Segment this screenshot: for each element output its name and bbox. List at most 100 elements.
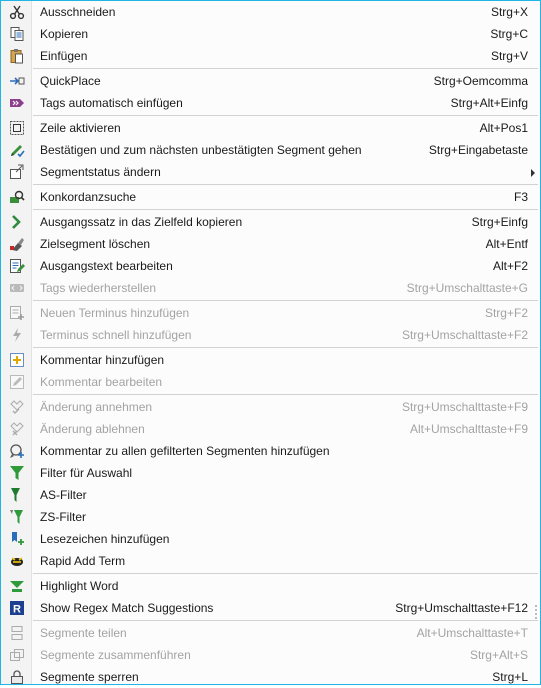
activate-row-icon: [9, 120, 25, 136]
menu-separator: [33, 300, 538, 301]
edit-comment-icon: [9, 374, 25, 390]
menu-item-accept-change[interactable]: Änderung annehmen Strg+Umschalttaste+F9: [1, 396, 540, 418]
menu-item-confirm-next[interactable]: Bestätigen und zum nächsten unbestätigte…: [1, 139, 540, 161]
menu-item-label: Bestätigen und zum nächsten unbestätigte…: [40, 143, 362, 157]
merge-segments-icon: [9, 647, 25, 663]
menu-item-add-bookmark[interactable]: Lesezeichen hinzufügen: [1, 528, 540, 550]
menu-item-quick-add-term[interactable]: Terminus schnell hinzufügen Strg+Umschal…: [1, 324, 540, 346]
menu-item-label: Show Regex Match Suggestions: [40, 601, 214, 615]
menu-item-label: Segmente zusammenführen: [40, 648, 191, 662]
menu-item-label: Zeile aktivieren: [40, 121, 121, 135]
menu-separator: [33, 209, 538, 210]
add-comment-icon: [9, 352, 25, 368]
menu-separator: [33, 620, 538, 621]
menu-item-reject-change[interactable]: Änderung ablehnen Alt+Umschalttaste+F9: [1, 418, 540, 440]
copy-icon: [9, 26, 25, 42]
menu-item-label: Tags automatisch einfügen: [40, 96, 183, 110]
menu-item-shortcut: Strg+Einfg: [471, 215, 528, 229]
menu-item-cut[interactable]: Ausschneiden Strg+X: [1, 1, 540, 23]
concordance-icon: [9, 189, 25, 205]
menu-item-label: Terminus schnell hinzufügen: [40, 328, 192, 342]
menu-item-shortcut: Alt+Umschalttaste+T: [416, 626, 528, 640]
confirm-next-icon: [9, 142, 25, 158]
menu-item-label: Kommentar zu allen gefilterten Segmenten…: [40, 444, 330, 458]
clear-target-icon: [9, 236, 25, 252]
menu-item-label: Änderung annehmen: [40, 400, 153, 414]
auto-tags-icon: [9, 95, 25, 111]
menu-item-split-segments[interactable]: Segmente teilen Alt+Umschalttaste+T: [1, 622, 540, 644]
menu-separator: [33, 184, 538, 185]
scissors-icon: [9, 4, 25, 20]
menu-item-rapid-add-term[interactable]: Rapid Add Term: [1, 550, 540, 572]
menu-item-add-comment[interactable]: Kommentar hinzufügen: [1, 349, 540, 371]
menu-item-source-filter[interactable]: AS-Filter: [1, 484, 540, 506]
menu-item-highlight-word[interactable]: Highlight Word: [1, 575, 540, 597]
menu-item-label: Kommentar hinzufügen: [40, 353, 165, 367]
menu-item-label: Zielsegment löschen: [40, 237, 151, 251]
menu-item-regex-suggestions[interactable]: R Show Regex Match Suggestions Strg+Umsc…: [1, 597, 540, 619]
resize-grip[interactable]: [535, 605, 537, 619]
menu-item-label: Ausschneiden: [40, 5, 116, 19]
menu-item-filter-selection[interactable]: Filter für Auswahl: [1, 462, 540, 484]
menu-item-restore-tags[interactable]: Tags wiederherstellen Strg+Umschalttaste…: [1, 277, 540, 299]
restore-tags-icon: [9, 280, 25, 296]
filter-icon: [9, 465, 25, 481]
menu-item-label: Neuen Terminus hinzufügen: [40, 306, 190, 320]
menu-item-label: Segmente teilen: [40, 626, 127, 640]
menu-item-shortcut: Strg+Alt+S: [469, 648, 528, 662]
menu-item-auto-tags[interactable]: Tags automatisch einfügen Strg+Alt+Einfg: [1, 92, 540, 114]
menu-item-copy-source[interactable]: Ausgangssatz in das Zielfeld kopieren St…: [1, 211, 540, 233]
menu-item-clear-target[interactable]: Zielsegment löschen Alt+Entf: [1, 233, 540, 255]
menu-item-label: Segmente sperren: [40, 670, 139, 684]
menu-item-shortcut: Alt+F2: [492, 259, 528, 273]
menu-item-shortcut: Strg+Umschalttaste+F9: [401, 400, 528, 414]
menu-item-shortcut: Strg+Umschalttaste+F2: [401, 328, 528, 342]
menu-item-shortcut: Strg+L: [492, 670, 528, 684]
menu-separator: [33, 347, 538, 348]
menu-item-label: Highlight Word: [40, 579, 119, 593]
context-menu: Ausschneiden Strg+X Kopieren Strg+C Einf…: [0, 0, 541, 685]
menu-item-concordance[interactable]: Konkordanzsuche F3: [1, 186, 540, 208]
menu-item-label: Ausgangstext bearbeiten: [40, 259, 173, 273]
menu-item-shortcut: Strg+Alt+Einfg: [450, 96, 528, 110]
copy-source-icon: [9, 214, 25, 230]
menu-item-comment-filtered[interactable]: Kommentar zu allen gefilterten Segmenten…: [1, 440, 540, 462]
menu-item-add-term[interactable]: Neuen Terminus hinzufügen Strg+F2: [1, 302, 540, 324]
bookmark-icon: [9, 531, 25, 547]
target-filter-icon: [9, 509, 25, 525]
menu-item-shortcut: Strg+V: [490, 49, 528, 63]
menu-item-segment-status[interactable]: Segmentstatus ändern: [1, 161, 540, 183]
regex-icon: R: [9, 600, 25, 616]
menu-item-quickplace[interactable]: QuickPlace Strg+Oemcomma: [1, 70, 540, 92]
menu-item-copy[interactable]: Kopieren Strg+C: [1, 23, 540, 45]
segment-status-icon: [9, 164, 25, 180]
menu-item-activate-row[interactable]: Zeile aktivieren Alt+Pos1: [1, 117, 540, 139]
split-segments-icon: [9, 625, 25, 641]
menu-item-edit-comment[interactable]: Kommentar bearbeiten: [1, 371, 540, 393]
menu-item-target-filter[interactable]: ZS-Filter: [1, 506, 540, 528]
menu-item-label: Segmentstatus ändern: [40, 165, 161, 179]
submenu-arrow-icon: [531, 169, 535, 177]
menu-separator: [33, 115, 538, 116]
menu-item-paste[interactable]: Einfügen Strg+V: [1, 45, 540, 67]
menu-item-shortcut: Strg+X: [490, 5, 528, 19]
menu-item-label: Kommentar bearbeiten: [40, 375, 163, 389]
menu-item-label: Filter für Auswahl: [40, 466, 133, 480]
menu-item-shortcut: Strg+Umschalttaste+F12: [395, 601, 528, 615]
menu-separator: [33, 573, 538, 574]
menu-item-label: Konkordanzsuche: [40, 190, 137, 204]
menu-item-label: Einfügen: [40, 49, 88, 63]
menu-item-shortcut: Strg+C: [490, 27, 528, 41]
source-filter-icon: [9, 487, 25, 503]
rapid-add-term-icon: [9, 553, 25, 569]
add-term-icon: [9, 305, 25, 321]
highlight-word-icon: [9, 578, 25, 594]
reject-change-icon: [9, 421, 25, 437]
menu-item-shortcut: Strg+F2: [484, 306, 528, 320]
menu-item-merge-segments[interactable]: Segmente zusammenführen Strg+Alt+S: [1, 644, 540, 666]
quickplace-icon: [9, 73, 25, 89]
menu-item-label: ZS-Filter: [40, 510, 86, 524]
menu-item-edit-source[interactable]: Ausgangstext bearbeiten Alt+F2: [1, 255, 540, 277]
menu-item-label: AS-Filter: [40, 488, 87, 502]
menu-separator: [33, 68, 538, 69]
